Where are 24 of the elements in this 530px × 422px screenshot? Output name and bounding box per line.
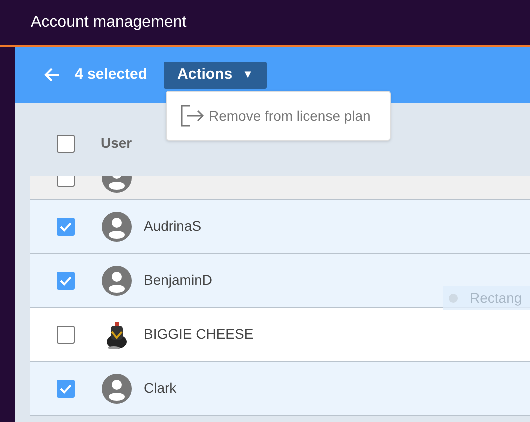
- user-avatar-icon: [102, 266, 132, 296]
- table-row[interactable]: [30, 176, 530, 200]
- menu-item[interactable]: Remove from license plan: [167, 105, 390, 127]
- user-avatar-icon: [102, 374, 132, 404]
- actions-button[interactable]: Actions ▼: [164, 62, 268, 88]
- user-name: BIGGIE CHEESE: [144, 325, 254, 344]
- table-row[interactable]: BIGGIE CHEESE: [30, 308, 530, 362]
- user-avatar-icon: [102, 212, 132, 242]
- checkbox[interactable]: [57, 272, 75, 290]
- checkbox[interactable]: [57, 218, 75, 236]
- app-title: Account management: [31, 12, 187, 32]
- ghost-label: Rectang: [470, 288, 522, 308]
- back-arrow-icon[interactable]: [43, 67, 61, 83]
- selection-count: 4 selected: [75, 64, 148, 85]
- user-name: BenjaminD: [144, 271, 212, 290]
- table-row[interactable]: AudrinaS: [30, 200, 530, 254]
- column-header: User: [101, 134, 132, 153]
- table-row[interactable]: Clark: [30, 362, 530, 416]
- user-name: AudrinaS: [144, 217, 202, 236]
- checkbox[interactable]: [57, 326, 75, 344]
- exit-icon: [181, 105, 205, 127]
- checkbox[interactable]: [57, 134, 75, 152]
- user-name: Clark: [144, 379, 177, 398]
- checkbox[interactable]: [57, 380, 75, 398]
